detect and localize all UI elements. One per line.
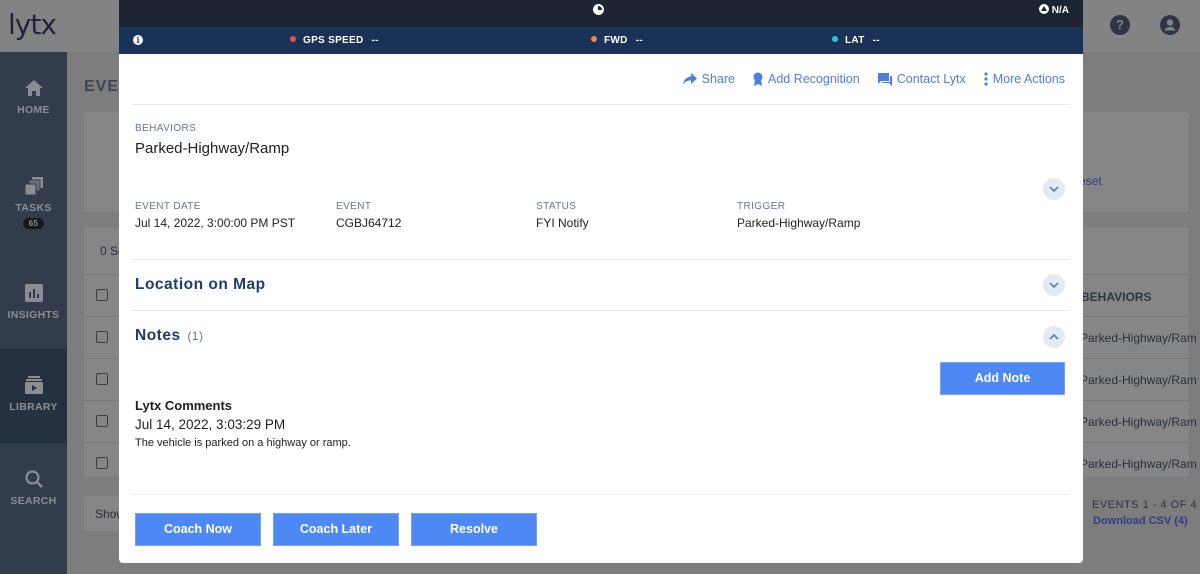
- event-detail-modal: N/A i GPS SPEED -- FWD -- LAT -- Share Add …: [119, 0, 1083, 563]
- event-date-label: EVENT DATE: [135, 201, 201, 212]
- share-arrow-icon: [682, 73, 697, 85]
- event-date-value: Jul 14, 2022, 3:00:00 PM PST: [135, 216, 296, 230]
- sidebar-item-library[interactable]: LIBRARY: [0, 349, 67, 443]
- metric-label: GPS SPEED: [303, 35, 364, 46]
- award-ribbon-icon: [753, 72, 763, 86]
- sidebar-nav: HOME TASKS 65 INSIGHTS LIBRARY SEARCH: [0, 52, 67, 574]
- behaviors-value: Parked-Highway/Ramp: [135, 140, 290, 157]
- event-actions: Share Add Recognition Contact Lytx More …: [682, 72, 1065, 86]
- sidebar-item-label: HOME: [17, 104, 50, 116]
- info-icon[interactable]: i: [133, 35, 143, 45]
- metric-label: FWD: [604, 35, 628, 46]
- row-behavior: Parked-Highway/Ram: [1080, 373, 1197, 387]
- sidebar-item-label: SEARCH: [10, 495, 57, 507]
- lat-dot: [832, 36, 838, 42]
- insights-chart-icon: [24, 284, 43, 302]
- download-csv-link[interactable]: Download CSV (4): [1093, 515, 1188, 527]
- home-icon: [24, 80, 43, 96]
- row-checkbox[interactable]: [96, 331, 108, 343]
- row-checkbox[interactable]: [96, 373, 108, 385]
- chevron-down-icon: [1049, 282, 1059, 289]
- vertical-ellipsis-icon: [984, 72, 988, 86]
- divider: [132, 494, 1070, 495]
- timer-icon: [593, 4, 604, 15]
- tasks-count-badge: 65: [22, 218, 45, 229]
- coach-later-button[interactable]: Coach Later: [273, 513, 399, 546]
- user-circle-icon[interactable]: [1160, 15, 1180, 35]
- sidebar-item-tasks[interactable]: TASKS 65: [0, 150, 67, 244]
- chevron-up-icon: [1049, 333, 1059, 340]
- trigger-label: TRIGGER: [737, 201, 786, 212]
- fwd-dot: [591, 36, 597, 42]
- gps-speed-dot: [290, 36, 296, 42]
- note-author: Lytx Comments: [135, 398, 233, 413]
- contact-lytx-button[interactable]: Contact Lytx: [877, 72, 966, 86]
- metric-value: --: [371, 35, 379, 46]
- metric-gps-speed: GPS SPEED --: [290, 35, 379, 46]
- video-controls-bar: N/A: [119, 0, 1083, 27]
- lytx-logo[interactable]: lytx: [8, 8, 57, 41]
- divider: [132, 310, 1070, 311]
- notes-collapse-button[interactable]: [1043, 326, 1065, 348]
- sidebar-item-label: LIBRARY: [9, 401, 58, 413]
- details-expand-button[interactable]: [1043, 178, 1065, 200]
- sidebar-item-home[interactable]: HOME: [0, 52, 67, 146]
- chevron-down-icon: [1049, 186, 1059, 193]
- notes-heading[interactable]: Notes (1): [135, 327, 204, 345]
- row-behavior: Parked-Highway/Ram: [1080, 331, 1197, 345]
- note-date: Jul 14, 2022, 3:03:29 PM: [135, 417, 286, 432]
- metric-label: LAT: [845, 35, 865, 46]
- row-checkbox[interactable]: [96, 457, 108, 469]
- add-recognition-button[interactable]: Add Recognition: [753, 72, 860, 86]
- metric-value: --: [635, 35, 643, 46]
- behaviors-label: BEHAVIORS: [135, 123, 197, 134]
- notes-title: Notes: [135, 327, 181, 344]
- sidebar-item-label: TASKS: [15, 202, 52, 214]
- library-video-icon: [24, 376, 43, 394]
- chat-icon: [877, 72, 892, 86]
- more-actions-label: More Actions: [992, 72, 1065, 86]
- add-recognition-label: Add Recognition: [767, 72, 860, 86]
- status-label: STATUS: [536, 201, 577, 212]
- notes-count: (1): [187, 329, 204, 343]
- row-behavior: Parked-Highway/Ram: [1080, 415, 1197, 429]
- resolve-button[interactable]: Resolve: [411, 513, 537, 546]
- column-header-behaviors[interactable]: BEHAVIORS: [1081, 290, 1151, 304]
- select-all-checkbox[interactable]: [96, 289, 108, 301]
- event-id-label: EVENT: [336, 201, 372, 212]
- row-checkbox[interactable]: [96, 415, 108, 427]
- divider: [132, 259, 1070, 260]
- location-expand-button[interactable]: [1043, 274, 1065, 296]
- note-text: The vehicle is parked on a highway or ra…: [135, 437, 351, 449]
- tasks-icon: [24, 177, 43, 196]
- location-on-map-heading[interactable]: Location on Map: [135, 276, 266, 294]
- question-circle-icon[interactable]: ?: [1110, 15, 1130, 35]
- more-actions-button[interactable]: More Actions: [984, 72, 1065, 86]
- share-label: Share: [701, 72, 735, 86]
- sidebar-item-label: INSIGHTS: [7, 309, 60, 321]
- sidebar-item-search[interactable]: SEARCH: [0, 443, 67, 537]
- coach-now-button[interactable]: Coach Now: [135, 513, 261, 546]
- search-icon: [24, 470, 43, 488]
- share-button[interactable]: Share: [682, 72, 735, 86]
- add-note-button[interactable]: Add Note: [940, 362, 1065, 395]
- telemetry-bar: i GPS SPEED -- FWD -- LAT --: [119, 27, 1083, 54]
- contact-lytx-label: Contact Lytx: [896, 72, 966, 86]
- metric-value: --: [872, 35, 880, 46]
- orientation-readout: N/A: [1038, 4, 1069, 16]
- orientation-value: N/A: [1051, 5, 1069, 16]
- trigger-value: Parked-Highway/Ramp: [737, 216, 861, 230]
- event-id-value: CGBJ64712: [336, 216, 402, 230]
- sidebar-item-insights[interactable]: INSIGHTS: [0, 257, 67, 351]
- divider: [132, 104, 1070, 105]
- row-behavior: Parked-Highway/Ram: [1080, 457, 1197, 471]
- events-range: EVENTS 1 - 4 OF 4: [1092, 499, 1198, 511]
- status-value: FYI Notify: [536, 216, 589, 230]
- metric-fwd: FWD --: [591, 35, 643, 46]
- metric-lat: LAT --: [832, 35, 880, 46]
- compass-icon: [1038, 4, 1049, 14]
